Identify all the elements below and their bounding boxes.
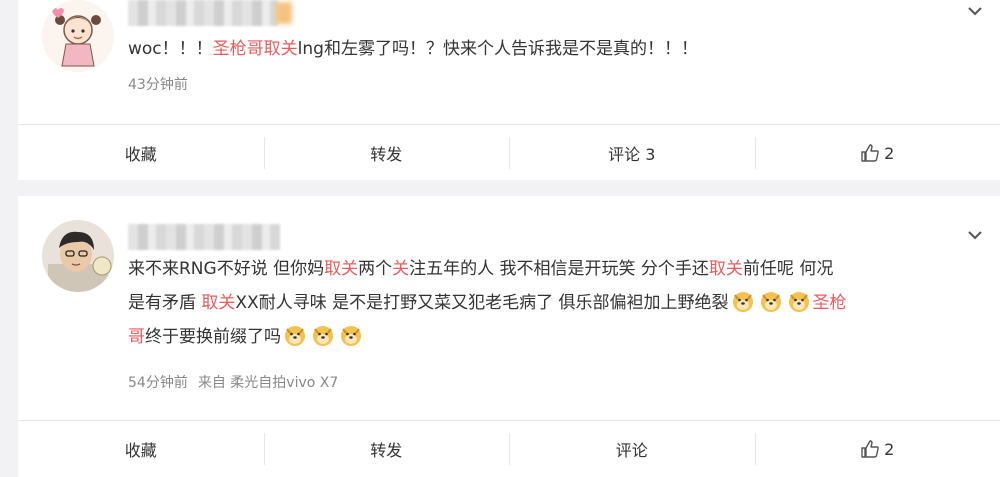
- doge-emoji-icon: [285, 326, 305, 346]
- action-bar: 收藏 转发 评论 3 2: [18, 124, 1000, 181]
- avatar[interactable]: [42, 0, 114, 72]
- doge-emoji-icon: [341, 326, 361, 346]
- avatar[interactable]: [42, 220, 114, 292]
- action-bar: 收藏 转发 评论 2: [18, 420, 1000, 477]
- like-count: 2: [884, 143, 895, 163]
- comment-meta: 54分钟前 来自 柔光自拍vivo X7: [128, 372, 338, 392]
- doge-emoji-icon: [732, 292, 753, 312]
- comment-line: 来不来RNG不好说 但你妈取关两个关注五年的人 我不相信是开玩笑 分个手还取关前…: [128, 259, 834, 279]
- comment-feed: woc！！！圣枪哥取关lng和左雾了吗！？快来个人告诉我是不是真的！！！ 43分…: [0, 0, 1000, 477]
- comment-text: 来不来RNG不好说 但你妈取关两个关注五年的人 我不相信是开玩笑 分个手还取关前…: [128, 252, 970, 354]
- post-source[interactable]: 来自 柔光自拍vivo X7: [198, 375, 338, 391]
- doge-emoji-icon: [760, 292, 781, 312]
- repost-button[interactable]: 转发: [263, 421, 510, 477]
- timestamp: 43分钟前: [128, 77, 188, 93]
- thumbs-up-icon: [861, 144, 879, 162]
- comment-text: woc！！！圣枪哥取关lng和左雾了吗！？快来个人告诉我是不是真的！！！: [128, 39, 698, 59]
- favorite-button[interactable]: 收藏: [18, 125, 264, 181]
- comment-card: 来不来RNG不好说 但你妈取关两个关注五年的人 我不相信是开玩笑 分个手还取关前…: [18, 196, 1000, 477]
- comment-button[interactable]: 评论: [509, 421, 755, 477]
- favorite-button[interactable]: 收藏: [18, 421, 264, 477]
- doge-emoji-icon: [788, 292, 809, 312]
- doge-emoji-icon: [313, 326, 333, 346]
- comment-line: 哥终于要换前缀了吗: [128, 320, 970, 354]
- like-button[interactable]: 2: [754, 421, 1000, 477]
- chevron-down-icon[interactable]: [966, 226, 984, 244]
- repost-button[interactable]: 转发: [263, 125, 510, 181]
- comment-card: woc！！！圣枪哥取关lng和左雾了吗！？快来个人告诉我是不是真的！！！ 43分…: [18, 0, 1000, 180]
- highlight-text[interactable]: 圣枪哥取关: [213, 39, 298, 59]
- comment-line: 是有矛盾 取关XX耐人寻味 是不是打野又菜又犯老毛病了 俱乐部偏袒加上野绝裂 圣枪: [128, 292, 847, 313]
- thumbs-up-icon: [861, 440, 879, 458]
- like-button[interactable]: 2: [754, 125, 1000, 181]
- comment-meta: 43分钟前: [128, 74, 188, 94]
- username-blurred[interactable]: [128, 0, 292, 26]
- like-count: 2: [884, 439, 895, 459]
- timestamp: 54分钟前: [128, 375, 188, 391]
- comment-button[interactable]: 评论 3: [509, 125, 755, 181]
- username-blurred[interactable]: [128, 224, 280, 250]
- chevron-down-icon[interactable]: [966, 2, 984, 20]
